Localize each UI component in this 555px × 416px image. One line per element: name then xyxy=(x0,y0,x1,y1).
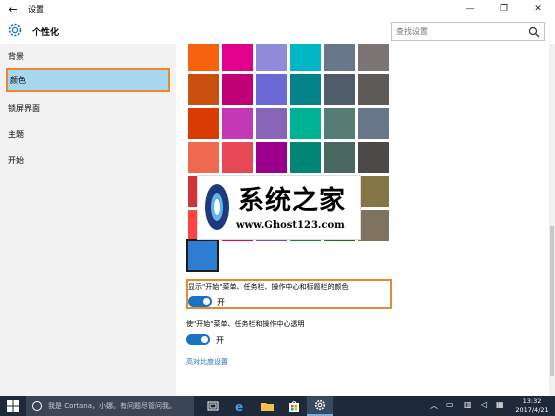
page-header: 个性化 xyxy=(0,18,555,44)
color-swatch[interactable] xyxy=(358,108,389,139)
close-button[interactable]: ✕ xyxy=(521,0,555,18)
settings-taskbar-icon[interactable] xyxy=(307,396,333,416)
cortana-search-box[interactable]: 我是 Cortana，小娜。有问题尽管问我。 xyxy=(26,396,194,416)
sidebar-item-themes[interactable]: 主题 xyxy=(6,122,170,146)
watermark-logo: 系统之家 www.Ghost123.com xyxy=(197,175,361,240)
network-icon[interactable]: ▥ xyxy=(464,400,472,409)
color-swatch[interactable] xyxy=(256,44,287,71)
transparency-toggle[interactable] xyxy=(186,334,210,345)
color-swatch[interactable] xyxy=(358,44,389,71)
color-swatch[interactable] xyxy=(222,142,253,173)
color-swatch[interactable] xyxy=(358,142,389,173)
color-swatch[interactable] xyxy=(256,142,287,173)
search-input[interactable] xyxy=(392,23,522,40)
sidebar: 背景 颜色 锁屏界面 主题 开始 xyxy=(0,44,176,396)
settings-search[interactable] xyxy=(391,22,545,41)
window-controls: — ❐ ✕ xyxy=(453,0,555,18)
color-swatch[interactable] xyxy=(290,74,321,105)
scrollbar[interactable] xyxy=(549,44,555,396)
page-title: 个性化 xyxy=(32,28,60,38)
color-swatch[interactable] xyxy=(256,108,287,139)
back-button[interactable]: ← xyxy=(0,0,26,18)
color-swatch[interactable] xyxy=(222,108,253,139)
taskbar: 我是 Cortana，小娜。有问题尽管问我。 e ︿ ▭ ▥ ◁ ▦ 13:32… xyxy=(0,396,555,416)
watermark-title: 系统之家 xyxy=(238,186,347,216)
windows-logo-icon xyxy=(7,400,19,412)
color-swatch[interactable] xyxy=(256,74,287,105)
search-icon[interactable] xyxy=(528,26,540,38)
start-button[interactable] xyxy=(0,396,26,416)
gear-icon xyxy=(8,23,22,37)
high-contrast-link[interactable]: 高对比度设置 xyxy=(186,357,228,367)
content-pane: 系统之家 www.Ghost123.com 显示"开始"菜单、任务栏、操作中心和… xyxy=(176,44,555,396)
color-swatch[interactable] xyxy=(324,142,355,173)
minimize-button[interactable]: — xyxy=(453,0,487,18)
show-color-state: 开 xyxy=(217,298,225,307)
color-swatch[interactable] xyxy=(358,210,389,241)
taskbar-clock[interactable]: 13:32 2017/4/21 xyxy=(510,397,554,415)
tray-notification-icon[interactable]: ▭ xyxy=(446,400,454,409)
show-color-label: 显示"开始"菜单、任务栏、操作中心和标题栏的颜色 xyxy=(188,283,349,291)
edge-browser-icon[interactable]: e xyxy=(227,396,253,416)
maximize-button[interactable]: ❐ xyxy=(487,0,521,18)
color-swatch[interactable] xyxy=(358,74,389,105)
sidebar-item-start[interactable]: 开始 xyxy=(6,148,170,172)
transparency-label: 使"开始"菜单、任务栏和操作中心透明 xyxy=(186,320,305,328)
store-icon[interactable] xyxy=(281,396,307,416)
color-swatch[interactable] xyxy=(188,142,219,173)
color-swatch[interactable] xyxy=(290,108,321,139)
color-swatch[interactable] xyxy=(222,44,253,71)
sidebar-item-background[interactable]: 背景 xyxy=(6,44,170,68)
scrollbar-thumb[interactable] xyxy=(550,226,554,376)
show-color-toggle[interactable] xyxy=(188,296,212,307)
color-swatch[interactable] xyxy=(290,44,321,71)
input-method-icon[interactable]: ▦ xyxy=(496,400,504,409)
color-swatch[interactable] xyxy=(358,176,389,207)
sidebar-item-lock-screen[interactable]: 锁屏界面 xyxy=(6,96,170,120)
color-swatch[interactable] xyxy=(324,108,355,139)
svg-text:e: e xyxy=(235,400,243,412)
clock-date: 2017/4/21 xyxy=(515,406,549,414)
window-title: 设置 xyxy=(28,4,44,14)
color-swatch[interactable] xyxy=(324,74,355,105)
color-swatch[interactable] xyxy=(324,44,355,71)
cortana-search-text: 我是 Cortana，小娜。有问题尽管问我。 xyxy=(48,402,177,410)
color-swatch[interactable] xyxy=(222,74,253,105)
tray-chevron-icon[interactable]: ︿ xyxy=(430,400,438,411)
task-view-icon[interactable] xyxy=(200,396,226,416)
selected-color-swatch[interactable] xyxy=(186,239,219,272)
watermark-emblem-icon xyxy=(205,184,229,230)
title-bar: ← 设置 — ❐ ✕ xyxy=(0,0,555,18)
transparency-state: 开 xyxy=(216,336,224,345)
cortana-icon xyxy=(32,401,42,411)
volume-icon[interactable]: ◁ xyxy=(481,400,487,409)
sidebar-item-colors[interactable]: 颜色 xyxy=(6,68,170,92)
watermark-url: www.Ghost123.com xyxy=(236,220,345,231)
color-swatch[interactable] xyxy=(188,44,219,71)
color-swatch[interactable] xyxy=(188,74,219,105)
color-swatch[interactable] xyxy=(188,108,219,139)
color-swatch[interactable] xyxy=(290,142,321,173)
clock-time: 13:32 xyxy=(522,397,542,405)
file-explorer-icon[interactable] xyxy=(254,396,280,416)
